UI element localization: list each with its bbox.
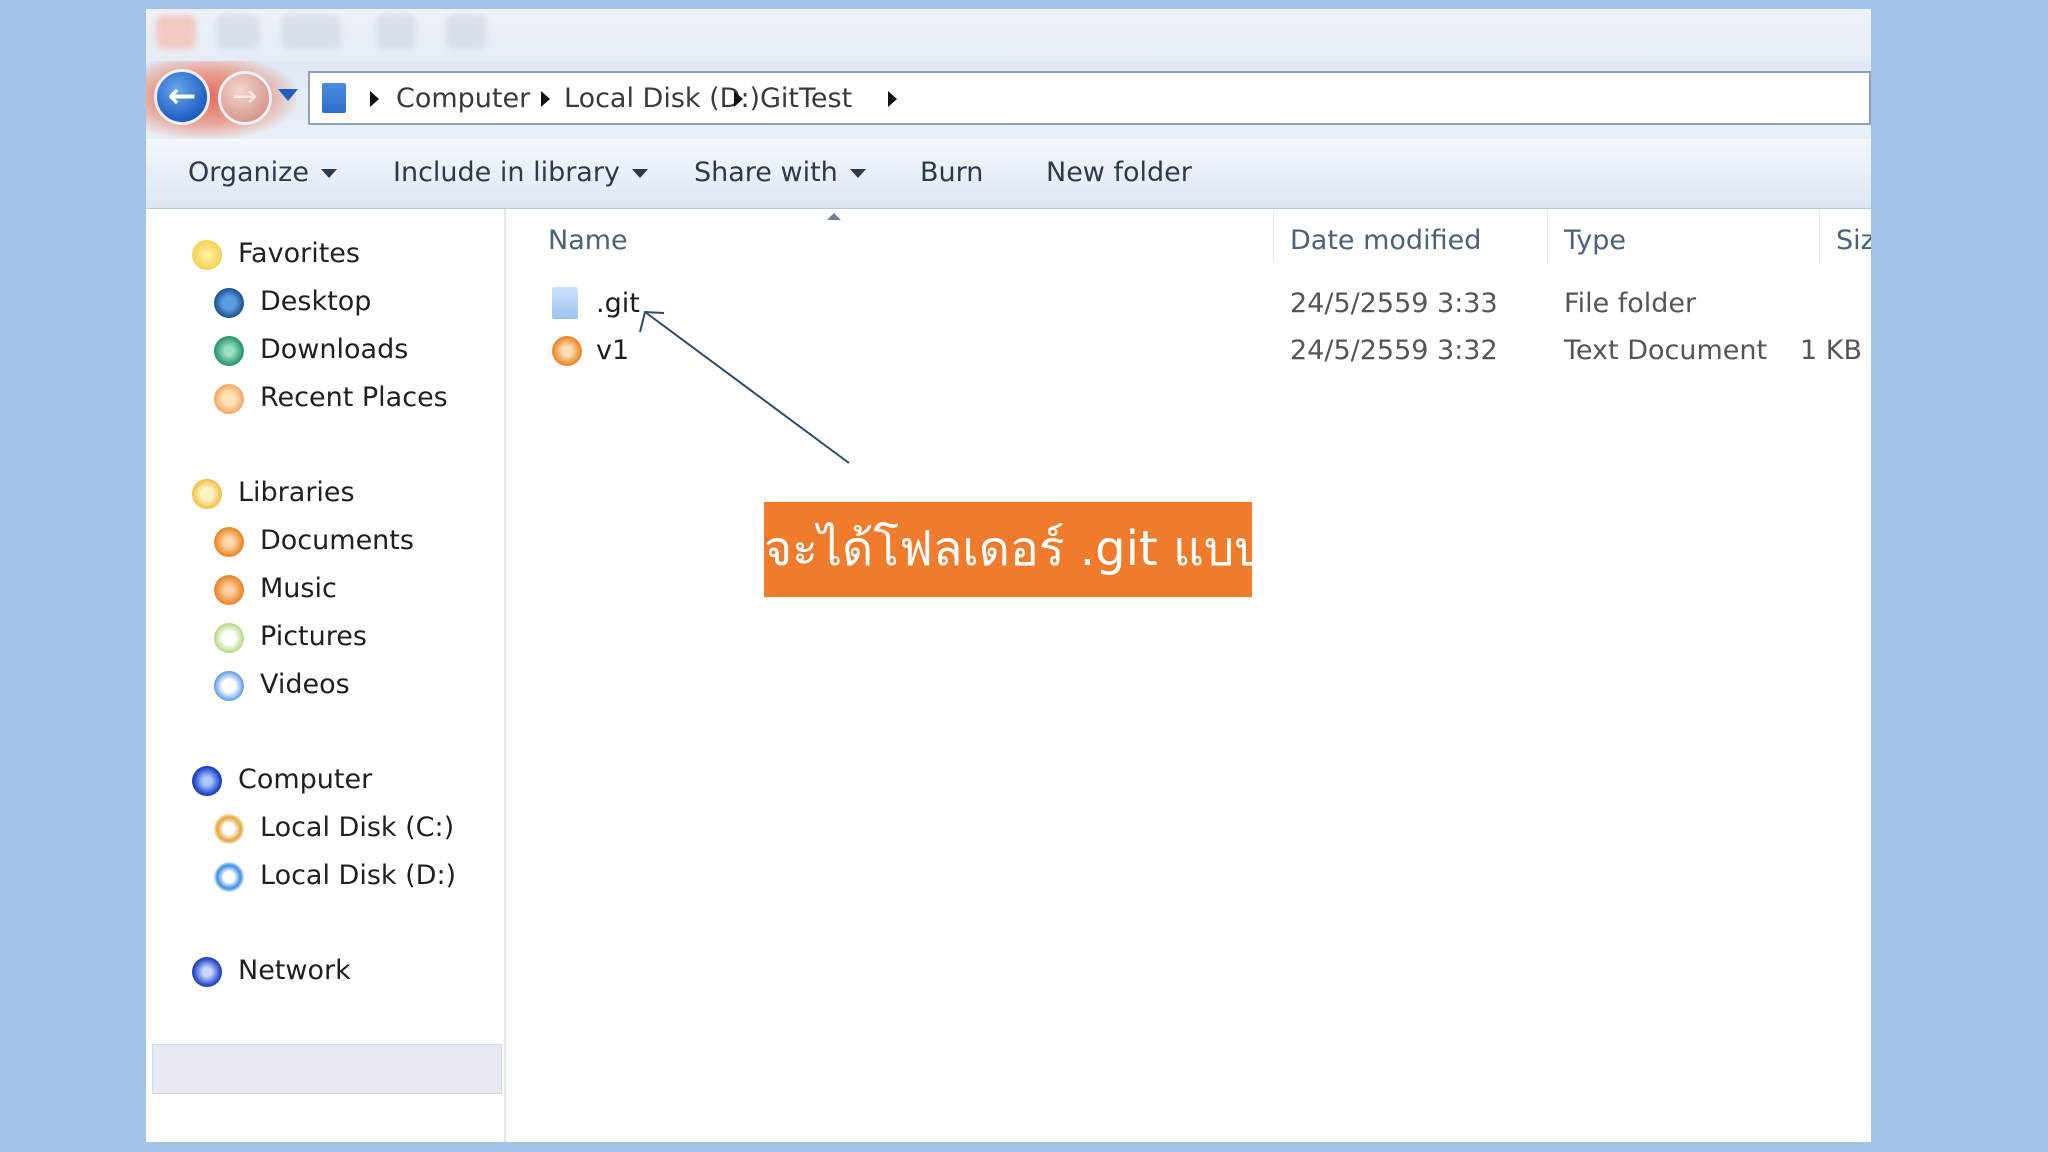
address-row: ← → Computer Local Disk (D:) GitTest	[146, 61, 1871, 139]
nav-buttons: ← →	[146, 61, 298, 139]
nav-music-label: Music	[260, 573, 337, 604]
nav-videos-label: Videos	[260, 669, 350, 700]
back-arrow-icon[interactable]: ←	[154, 69, 210, 125]
navigation-pane: Favorites Desktop Downloads Recent Place…	[146, 209, 506, 1142]
breadcrumb-computer[interactable]: Computer	[396, 79, 530, 119]
column-divider[interactable]	[1273, 211, 1274, 263]
breadcrumb-gittest[interactable]: GitTest	[760, 79, 852, 119]
column-divider[interactable]	[1819, 211, 1820, 263]
chevron-down-icon	[631, 169, 648, 178]
nav-pictures-label: Pictures	[260, 621, 367, 652]
nav-documents-label: Documents	[260, 525, 414, 556]
drive-icon	[214, 814, 244, 844]
file-name: .git	[596, 288, 640, 319]
file-type: File folder	[1564, 288, 1697, 319]
file-size: 1 KB	[1800, 335, 1862, 366]
file-date-modified: 24/5/2559 3:33	[1290, 288, 1498, 319]
chevron-down-icon	[320, 169, 337, 178]
share-with-button[interactable]: Share with	[694, 153, 866, 193]
star-icon	[192, 240, 222, 270]
breadcrumb-local-disk-d[interactable]: Local Disk (D:)	[564, 79, 760, 119]
network-icon	[192, 957, 222, 987]
forward-arrow-icon[interactable]: →	[218, 71, 272, 125]
command-toolbar: Organize Include in library Share with B…	[146, 139, 1871, 209]
documents-icon	[214, 527, 244, 557]
share-with-label: Share with	[694, 157, 838, 188]
file-type: Text Document	[1564, 335, 1768, 366]
chevron-down-icon	[849, 169, 866, 178]
music-icon	[214, 575, 244, 605]
drive-icon	[214, 862, 244, 892]
library-icon	[192, 479, 222, 509]
organize-label: Organize	[188, 157, 309, 188]
include-in-library-button[interactable]: Include in library	[393, 153, 648, 193]
column-header-date-modified[interactable]: Date modified	[1290, 221, 1481, 261]
nav-network-label: Network	[238, 955, 351, 986]
downloads-icon	[214, 336, 244, 366]
burn-button[interactable]: Burn	[920, 153, 983, 193]
desktop-icon	[214, 288, 244, 318]
sort-ascending-icon	[827, 213, 841, 220]
file-date-modified: 24/5/2559 3:32	[1290, 335, 1498, 366]
column-divider[interactable]	[1547, 211, 1548, 263]
address-bar[interactable]: Computer Local Disk (D:) GitTest	[308, 71, 1871, 125]
title-bar	[146, 9, 1871, 61]
nav-recent-places-label: Recent Places	[260, 382, 448, 413]
new-folder-button[interactable]: New folder	[1046, 153, 1192, 193]
column-header-type[interactable]: Type	[1564, 221, 1626, 261]
nav-computer-label: Computer	[238, 764, 373, 795]
breadcrumb-chevron-icon[interactable]	[541, 91, 550, 107]
title-text-blurred	[1824, 21, 1831, 46]
nav-local-disk-c-label: Local Disk (C:)	[260, 812, 455, 843]
nav-downloads-label: Downloads	[260, 334, 409, 365]
folder-icon	[552, 287, 578, 319]
nav-libraries-label: Libraries	[238, 477, 355, 508]
text-document-icon	[552, 336, 582, 366]
file-list: Name Date modified Type Size .git 24/5/2…	[508, 209, 1871, 1142]
recent-pages-dropdown-icon[interactable]	[278, 89, 298, 101]
location-folder-icon	[322, 83, 346, 113]
computer-icon	[192, 766, 222, 796]
nav-local-disk-d-label: Local Disk (D:)	[260, 860, 457, 891]
file-name: v1	[596, 335, 630, 366]
recent-places-icon	[214, 384, 244, 414]
annotation-callout: จะได้โฟลเดอร์ .git แบบนี้	[764, 502, 1298, 597]
breadcrumb-chevron-icon[interactable]	[734, 91, 743, 107]
pictures-icon	[214, 623, 244, 653]
organize-button[interactable]: Organize	[188, 153, 337, 193]
include-in-library-label: Include in library	[393, 157, 620, 188]
nav-desktop-label: Desktop	[260, 286, 372, 317]
nav-favorites-label: Favorites	[238, 238, 360, 269]
column-header-name[interactable]: Name	[548, 221, 628, 261]
breadcrumb-chevron-icon[interactable]	[888, 91, 897, 107]
column-header-size[interactable]: Size	[1836, 221, 1871, 261]
videos-icon	[214, 671, 244, 701]
breadcrumb-chevron-icon[interactable]	[370, 91, 379, 107]
selected-highlight	[152, 1044, 502, 1094]
